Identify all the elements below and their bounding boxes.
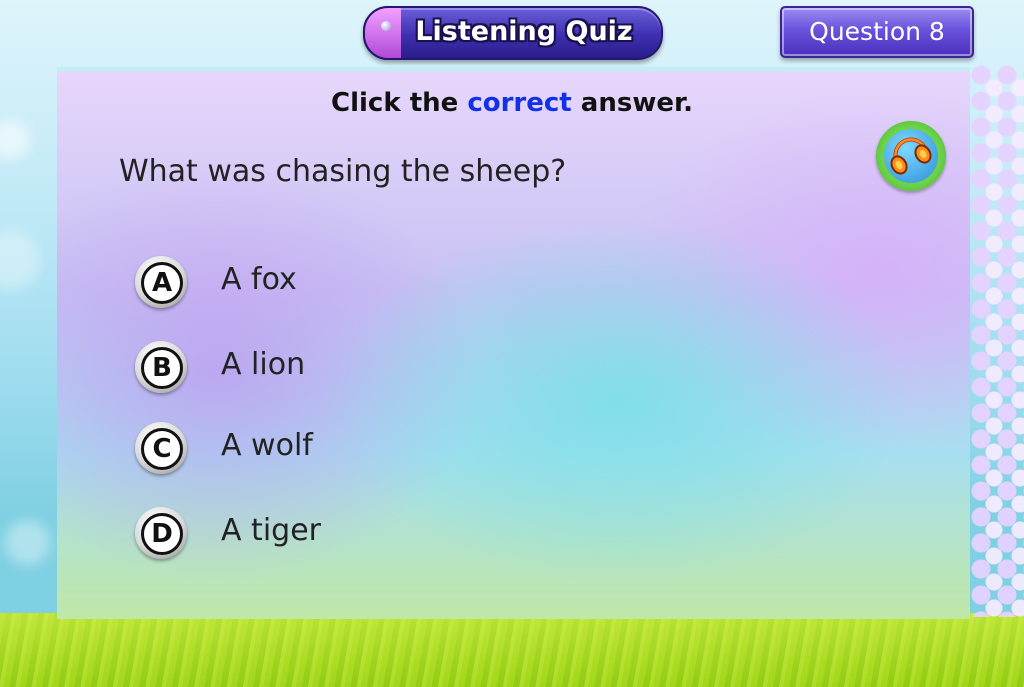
option-letter: C [141, 428, 183, 470]
option-letter-button[interactable]: B [135, 341, 187, 393]
answer-option-b[interactable]: B A lion [135, 341, 535, 393]
option-text[interactable]: A lion [221, 347, 305, 382]
grass-footer [0, 613, 1024, 687]
question-text: What was chasing the sheep? [119, 154, 567, 189]
instruction-text: Click the correct answer. [0, 88, 1024, 118]
dotted-border [981, 75, 1024, 617]
background-bokeh [5, 520, 50, 565]
title-pill-knob-icon [381, 21, 391, 31]
instruction-accent: correct [467, 88, 572, 118]
background-bokeh [0, 230, 40, 290]
background-bokeh [0, 120, 30, 160]
quiz-title-banner: Listening Quiz [363, 6, 663, 60]
option-letter-button[interactable]: A [135, 256, 187, 308]
option-letter-button[interactable]: C [135, 422, 187, 474]
option-text[interactable]: A tiger [221, 513, 321, 548]
option-letter: A [141, 262, 183, 304]
answer-option-c[interactable]: C A wolf [135, 422, 535, 474]
answer-option-d[interactable]: D A tiger [135, 507, 535, 559]
option-letter-button[interactable]: D [135, 507, 187, 559]
instruction-suffix: answer. [571, 88, 693, 118]
option-text[interactable]: A wolf [221, 428, 313, 463]
instruction-prefix: Click the [331, 88, 468, 118]
option-letter: B [141, 347, 183, 389]
quiz-title: Listening Quiz [415, 16, 633, 47]
option-letter: D [141, 513, 183, 555]
title-pill-cap [363, 6, 401, 60]
headphones-icon [890, 137, 932, 175]
play-audio-button[interactable] [876, 121, 946, 191]
question-number-badge: Question 8 [780, 6, 974, 58]
answer-option-a[interactable]: A A fox [135, 256, 535, 308]
option-text[interactable]: A fox [221, 262, 297, 297]
